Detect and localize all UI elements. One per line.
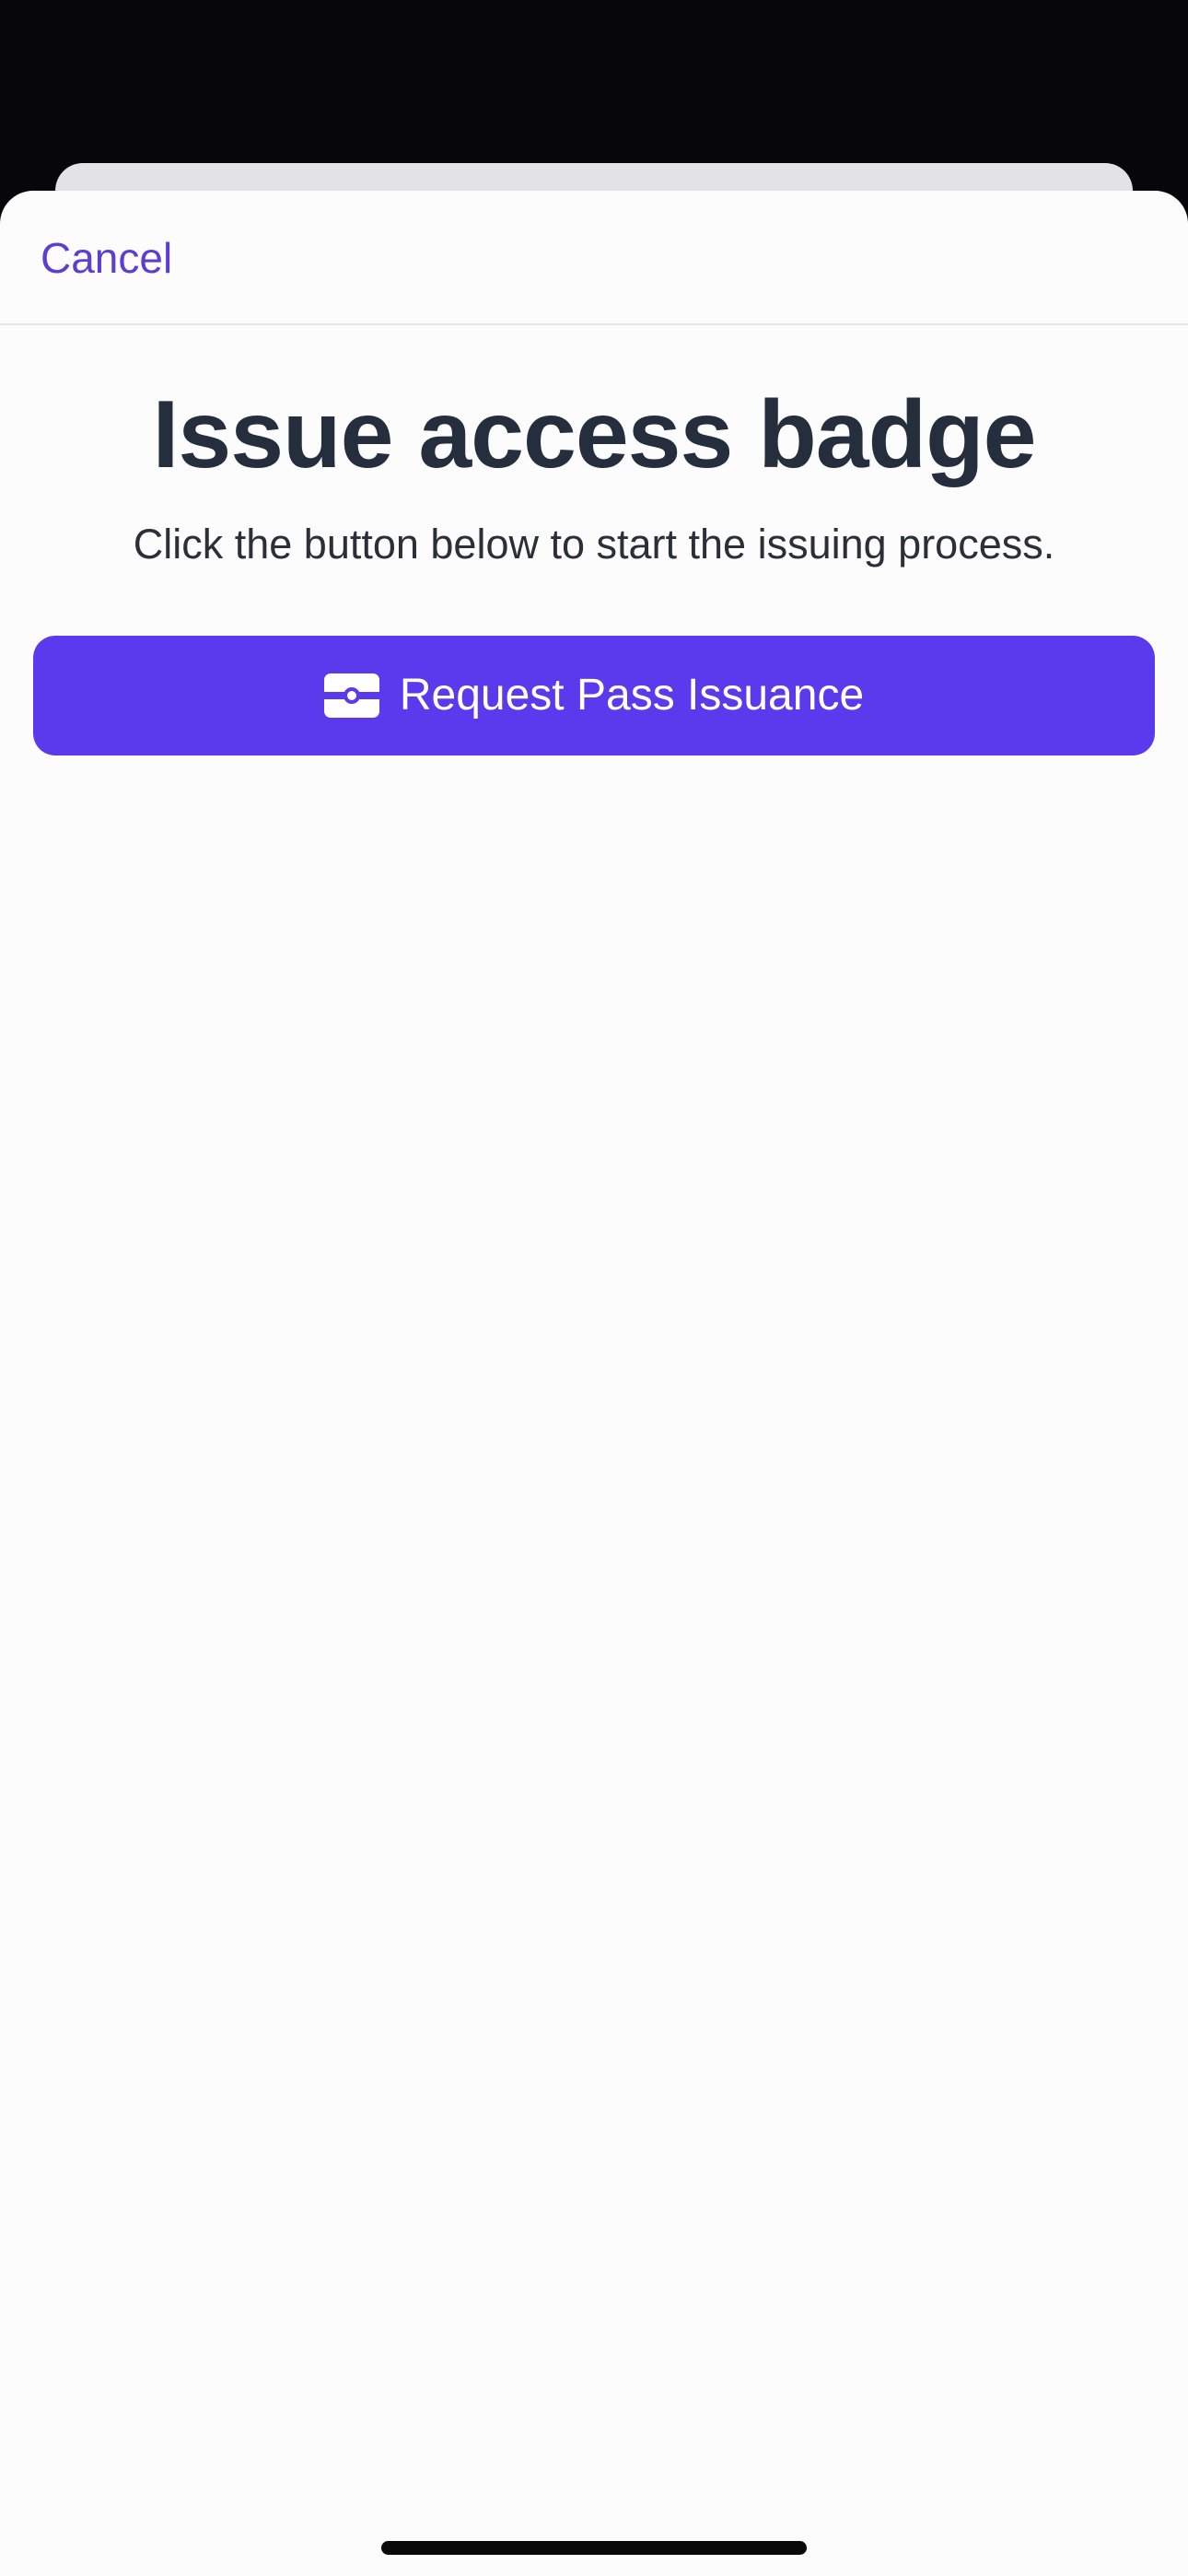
screen: Cancel Issue access badge Click the butt… bbox=[0, 0, 1188, 2576]
page-subtitle: Click the button below to start the issu… bbox=[133, 521, 1055, 568]
nav-bar: Cancel bbox=[0, 191, 1188, 325]
cancel-button[interactable]: Cancel bbox=[41, 237, 172, 279]
page-title: Issue access badge bbox=[152, 381, 1036, 488]
id-badge-icon bbox=[323, 673, 379, 718]
request-pass-issuance-label: Request Pass Issuance bbox=[399, 671, 865, 720]
home-indicator[interactable] bbox=[381, 2541, 807, 2555]
request-pass-issuance-button[interactable]: Request Pass Issuance bbox=[33, 636, 1155, 755]
